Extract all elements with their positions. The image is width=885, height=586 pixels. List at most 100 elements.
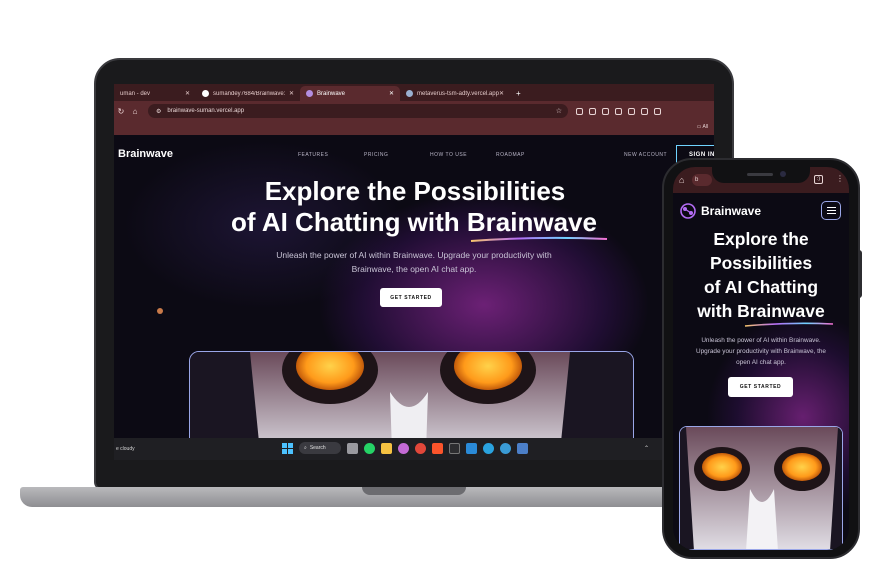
github-icon <box>202 90 209 97</box>
url-field[interactable]: ⚙ brainwave-suman.vercel.app ☆ <box>148 104 568 118</box>
nav-how-to-use[interactable]: HOW TO USE <box>430 152 496 158</box>
mobile-brand-name: Brainwave <box>701 204 762 218</box>
mobile-highlight-underline <box>744 322 834 327</box>
star-icon[interactable] <box>615 107 622 115</box>
brainwave-logo-icon <box>680 203 696 219</box>
site-header: Brainwave FEATURES PRICING HOW TO USE RO… <box>114 135 714 175</box>
nav-pricing[interactable]: PRICING <box>364 152 430 158</box>
apps-icon[interactable] <box>654 107 661 115</box>
mobile-hero-prefix: with <box>697 301 738 321</box>
tab-label: sumandey7684/Brainwave: Sha <box>213 90 285 97</box>
extension-icon[interactable] <box>589 107 596 115</box>
bookmark-star-icon[interactable]: ☆ <box>556 107 562 115</box>
hero-subtitle-line-2: Brainwave, the open AI chat app. <box>351 264 477 274</box>
browser-tab-bar: uman - dev ✕ sumandey7684/Brainwave: Sha… <box>114 84 714 101</box>
hero-title-line-2: of AI Chatting with Brainwave <box>114 207 714 238</box>
hero-title-prefix: of AI Chatting with <box>231 207 467 237</box>
mobile-url-field[interactable]: b <box>692 174 712 186</box>
history-icon[interactable] <box>628 107 635 115</box>
hero-highlight: Brainwave <box>466 207 597 237</box>
link-icon[interactable] <box>641 107 648 115</box>
tab-label: metaverus-tsm-adty.vercel.app <box>417 90 499 97</box>
close-icon[interactable]: ✕ <box>289 90 294 97</box>
home-icon[interactable]: ⌂ <box>128 107 142 116</box>
phone-screen: ⌂ b :) ⋮ Brainwave Explore the Possibili… <box>673 167 849 550</box>
brand-name: Brainwave <box>118 148 174 160</box>
phone-camera <box>780 171 786 177</box>
mobile-hero-line-2: Possibilities <box>709 253 813 273</box>
mobile-brand-logo[interactable]: Brainwave <box>679 202 761 220</box>
extension-icon[interactable] <box>576 107 583 115</box>
close-icon[interactable]: ✕ <box>499 90 504 97</box>
mobile-hero-subtitle: Unleash the power of AI within Brainwave… <box>673 335 849 368</box>
website-viewport: Brainwave FEATURES PRICING HOW TO USE RO… <box>114 135 714 438</box>
vscode-icon[interactable] <box>466 442 477 454</box>
mobile-hero-highlight: Brainwave <box>737 301 825 321</box>
search-icon: ⌕ <box>304 445 307 451</box>
close-icon[interactable]: ✕ <box>185 90 190 97</box>
tab-dev[interactable]: uman - dev ✕ <box>114 86 196 101</box>
file-explorer-icon[interactable] <box>381 442 392 454</box>
close-icon[interactable]: ✕ <box>389 90 394 97</box>
terminal-icon[interactable] <box>449 442 460 454</box>
tab-label: uman - dev <box>120 90 151 97</box>
nav-roadmap[interactable]: ROADMAP <box>496 152 562 158</box>
task-view-icon[interactable] <box>347 442 358 454</box>
bookmarks-bar: ▭ All <box>114 121 714 135</box>
mobile-robot-preview <box>679 426 843 550</box>
mobile-hero-line-4: with Brainwave <box>673 299 849 323</box>
get-started-button[interactable]: GET STARTED <box>380 288 442 307</box>
taskbar-apps: ⌕ Search <box>282 442 528 454</box>
more-menu-icon[interactable]: ⋮ <box>836 174 844 183</box>
nav-features[interactable]: FEATURES <box>298 152 364 158</box>
mobile-subtitle-line-1: Unleash the power of AI within Brainwave… <box>701 337 821 344</box>
extensions-bar <box>576 107 661 115</box>
store-icon[interactable] <box>517 442 528 454</box>
browser-app-icon[interactable] <box>500 442 511 454</box>
windows-taskbar: e cloudy ⌕ Search ⌃ <box>114 438 714 460</box>
all-bookmarks-folder[interactable]: ▭ All <box>697 124 708 130</box>
tab-github[interactable]: sumandey7684/Brainwave: Sha ✕ <box>196 86 300 101</box>
hero-highlight-underline <box>470 236 608 242</box>
brainwave-favicon-icon <box>306 90 313 97</box>
copilot-icon[interactable] <box>398 442 409 454</box>
brave-icon[interactable] <box>432 442 443 454</box>
key-icon[interactable] <box>602 107 609 115</box>
tab-brainwave[interactable]: Brainwave ✕ <box>300 86 400 101</box>
whatsapp-icon[interactable] <box>364 442 375 454</box>
laptop-screen: uman - dev ✕ sumandey7684/Brainwave: Sha… <box>114 84 714 460</box>
home-icon[interactable]: ⌂ <box>679 175 684 185</box>
mobile-get-started-button[interactable]: GET STARTED <box>728 377 793 397</box>
url-text: brainwave-suman.vercel.app <box>167 108 245 114</box>
chrome-icon[interactable] <box>415 442 426 454</box>
tab-metaverus[interactable]: metaverus-tsm-adty.vercel.app ✕ <box>400 86 510 101</box>
taskbar-search[interactable]: ⌕ Search <box>299 442 341 454</box>
phone-speaker <box>747 173 773 176</box>
new-tab-button[interactable]: + <box>510 86 527 101</box>
globe-icon <box>406 90 413 97</box>
hero-title-line-1: Explore the Possibilities <box>264 176 566 206</box>
hamburger-menu-button[interactable] <box>821 201 841 220</box>
telegram-icon[interactable] <box>483 442 494 454</box>
hero-subtitle-line-1: Unleash the power of AI within Brainwave… <box>276 250 552 260</box>
tab-switcher-icon[interactable]: :) <box>814 175 823 184</box>
hero-robot-preview <box>189 351 634 438</box>
windows-start-icon[interactable] <box>282 442 293 454</box>
mobile-subtitle-line-3: open AI chat app. <box>736 359 786 366</box>
main-nav: FEATURES PRICING HOW TO USE ROADMAP <box>298 152 562 158</box>
mobile-hero-line-1: Explore the <box>713 229 809 249</box>
system-tray-chevron-icon[interactable]: ⌃ <box>644 445 649 452</box>
new-account-link[interactable]: NEW ACCOUNT <box>624 152 667 158</box>
mobile-hero-line-3: of AI Chatting <box>703 277 819 297</box>
taskbar-search-label: Search <box>309 445 326 451</box>
tab-label: Brainwave <box>317 90 346 97</box>
site-info-icon[interactable]: ⚙ <box>156 108 161 115</box>
decorative-orb <box>157 308 163 314</box>
weather-widget[interactable]: e cloudy <box>116 446 135 452</box>
robot-image <box>190 352 633 438</box>
hero-subtitle: Unleash the power of AI within Brainwave… <box>114 248 714 276</box>
reload-icon[interactable]: ↻ <box>114 107 128 116</box>
brand-logo[interactable]: Brainwave <box>118 148 173 160</box>
address-bar: ↻ ⌂ ⚙ brainwave-suman.vercel.app ☆ <box>114 101 714 121</box>
phone-side-button <box>858 250 862 298</box>
